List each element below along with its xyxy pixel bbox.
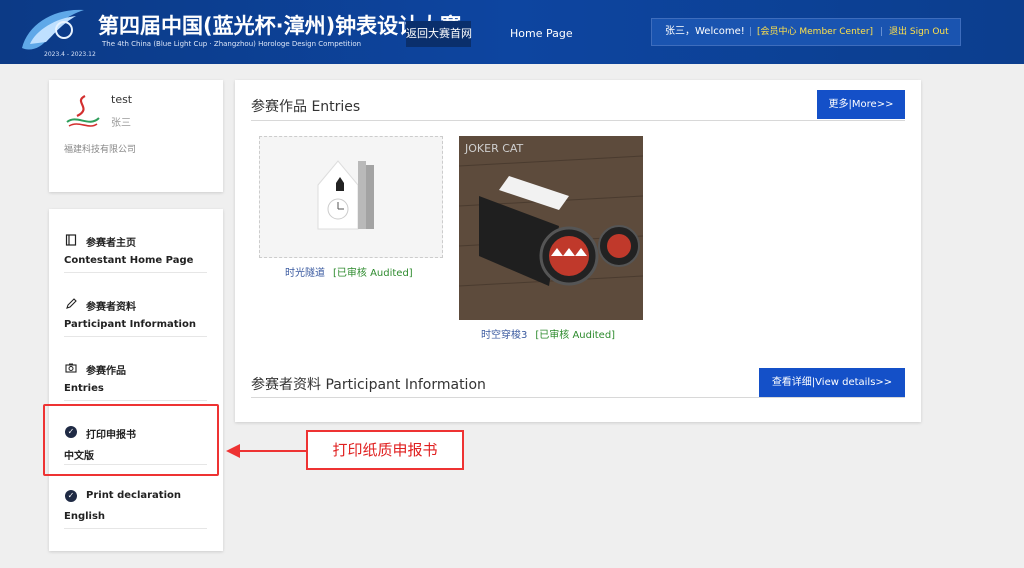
status-badge: [已审核 Audited]	[333, 268, 413, 279]
profile-name-cn: 张三	[111, 118, 131, 129]
sidebar-item-label: Print declaration	[86, 490, 181, 501]
logo-years: 2023.4 - 2023.12	[44, 51, 96, 58]
entry-thumbnail[interactable]	[259, 136, 443, 258]
member-center-link[interactable]: [会员中心 Member Center]	[757, 19, 873, 45]
sidebar-item-label: 参赛者资料	[86, 302, 136, 313]
cuckoo-clock-image	[317, 160, 374, 230]
sidebar-item-sublabel: Participant Information	[64, 319, 196, 330]
sign-out-link[interactable]: 退出 Sign Out	[889, 19, 949, 45]
user-bar: 张三，Welcome! | [会员中心 Member Center] | 退出 …	[651, 18, 961, 46]
divider: |	[880, 27, 884, 37]
sidebar-menu: 参赛者主页 Contestant Home Page 参赛者资料 Partici…	[49, 209, 223, 551]
divider	[251, 397, 905, 398]
more-entries-button[interactable]: 更多|More>>	[817, 90, 905, 119]
watch-image: JOKER CAT	[459, 136, 643, 320]
pencil-icon	[66, 298, 77, 309]
sidebar-item-contestant-home[interactable]: 参赛者主页 Contestant Home Page	[64, 209, 207, 273]
page-subtitle: The 4th China (Blue Light Cup · Zhangzho…	[102, 40, 362, 48]
sidebar-item-sublabel: English	[64, 511, 106, 522]
brand-text: JOKER CAT	[464, 142, 524, 155]
entry-name-link[interactable]: 时光隧道	[285, 268, 325, 279]
profile-name: test	[111, 93, 133, 106]
entry-name-link[interactable]: 时空穿梭3	[481, 330, 527, 341]
divider: |	[749, 27, 753, 37]
home-page-link[interactable]: Home Page	[510, 21, 573, 47]
status-badge: [已审核 Audited]	[535, 330, 616, 341]
sidebar-item-sublabel: Contestant Home Page	[64, 255, 194, 266]
sidebar-item-label: 参赛作品	[86, 366, 126, 377]
profile-company: 福建科技有限公司	[64, 145, 137, 155]
main-content-card: 参赛作品 Entries 更多|More>> 时光隧道 [已审核 Audited]…	[235, 80, 921, 422]
divider	[251, 120, 905, 121]
entry-caption: 时空穿梭3 [已审核 Audited]	[481, 326, 615, 341]
sidebar-item-entries[interactable]: 参赛作品 Entries	[64, 337, 207, 401]
entries-section-title: 参赛作品 Entries	[251, 99, 361, 115]
profile-card: test 张三 福建科技有限公司	[49, 80, 223, 192]
top-header: 2023.4 - 2023.12 第四届中国(蓝光杯·漳州)钟表设计大赛 The…	[0, 0, 1024, 64]
camera-icon	[65, 363, 77, 373]
view-details-button[interactable]: 查看详细|View details>>	[759, 368, 905, 397]
sidebar-item-label: 参赛者主页	[86, 238, 136, 249]
sidebar-item-participant-info[interactable]: 参赛者资料 Participant Information	[64, 273, 207, 337]
annotation-callout: 打印纸质申报书	[306, 430, 464, 470]
check-circle-icon: ✓	[65, 490, 77, 502]
sidebar-item-sublabel: Entries	[64, 383, 104, 394]
book-icon	[65, 234, 77, 246]
avatar	[66, 95, 100, 127]
arrow-left-icon	[226, 444, 306, 458]
entry-thumbnail[interactable]: JOKER CAT	[459, 136, 643, 320]
participant-section-title: 参赛者资料 Participant Information	[251, 377, 486, 393]
welcome-text: 张三，Welcome!	[665, 26, 745, 37]
highlight-box	[43, 404, 219, 476]
back-to-competition-button[interactable]: 返回大赛首网	[406, 21, 472, 47]
entry-caption: 时光隧道 [已审核 Audited]	[285, 264, 413, 279]
